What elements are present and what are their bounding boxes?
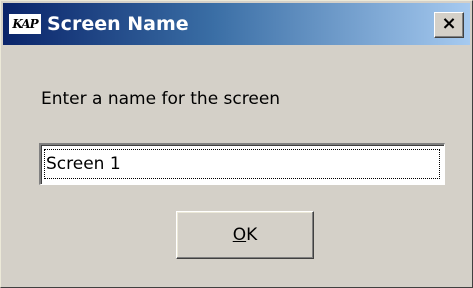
close-button[interactable]: × (434, 12, 464, 38)
screen-name-dialog: KAP Screen Name × Enter a name for the s… (0, 0, 473, 288)
ok-mnemonic: O (232, 225, 247, 245)
ok-button[interactable]: OK (176, 211, 314, 259)
title-bar[interactable]: KAP Screen Name × (3, 3, 470, 45)
ok-label-rest: K (246, 225, 258, 245)
kap-logo-icon: KAP (9, 14, 41, 34)
screen-name-input[interactable]: Screen 1 (39, 143, 445, 185)
close-icon: × (441, 13, 457, 34)
prompt-label: Enter a name for the screen (41, 89, 281, 109)
window-title: Screen Name (47, 13, 189, 35)
screen-name-value[interactable]: Screen 1 (44, 149, 440, 179)
